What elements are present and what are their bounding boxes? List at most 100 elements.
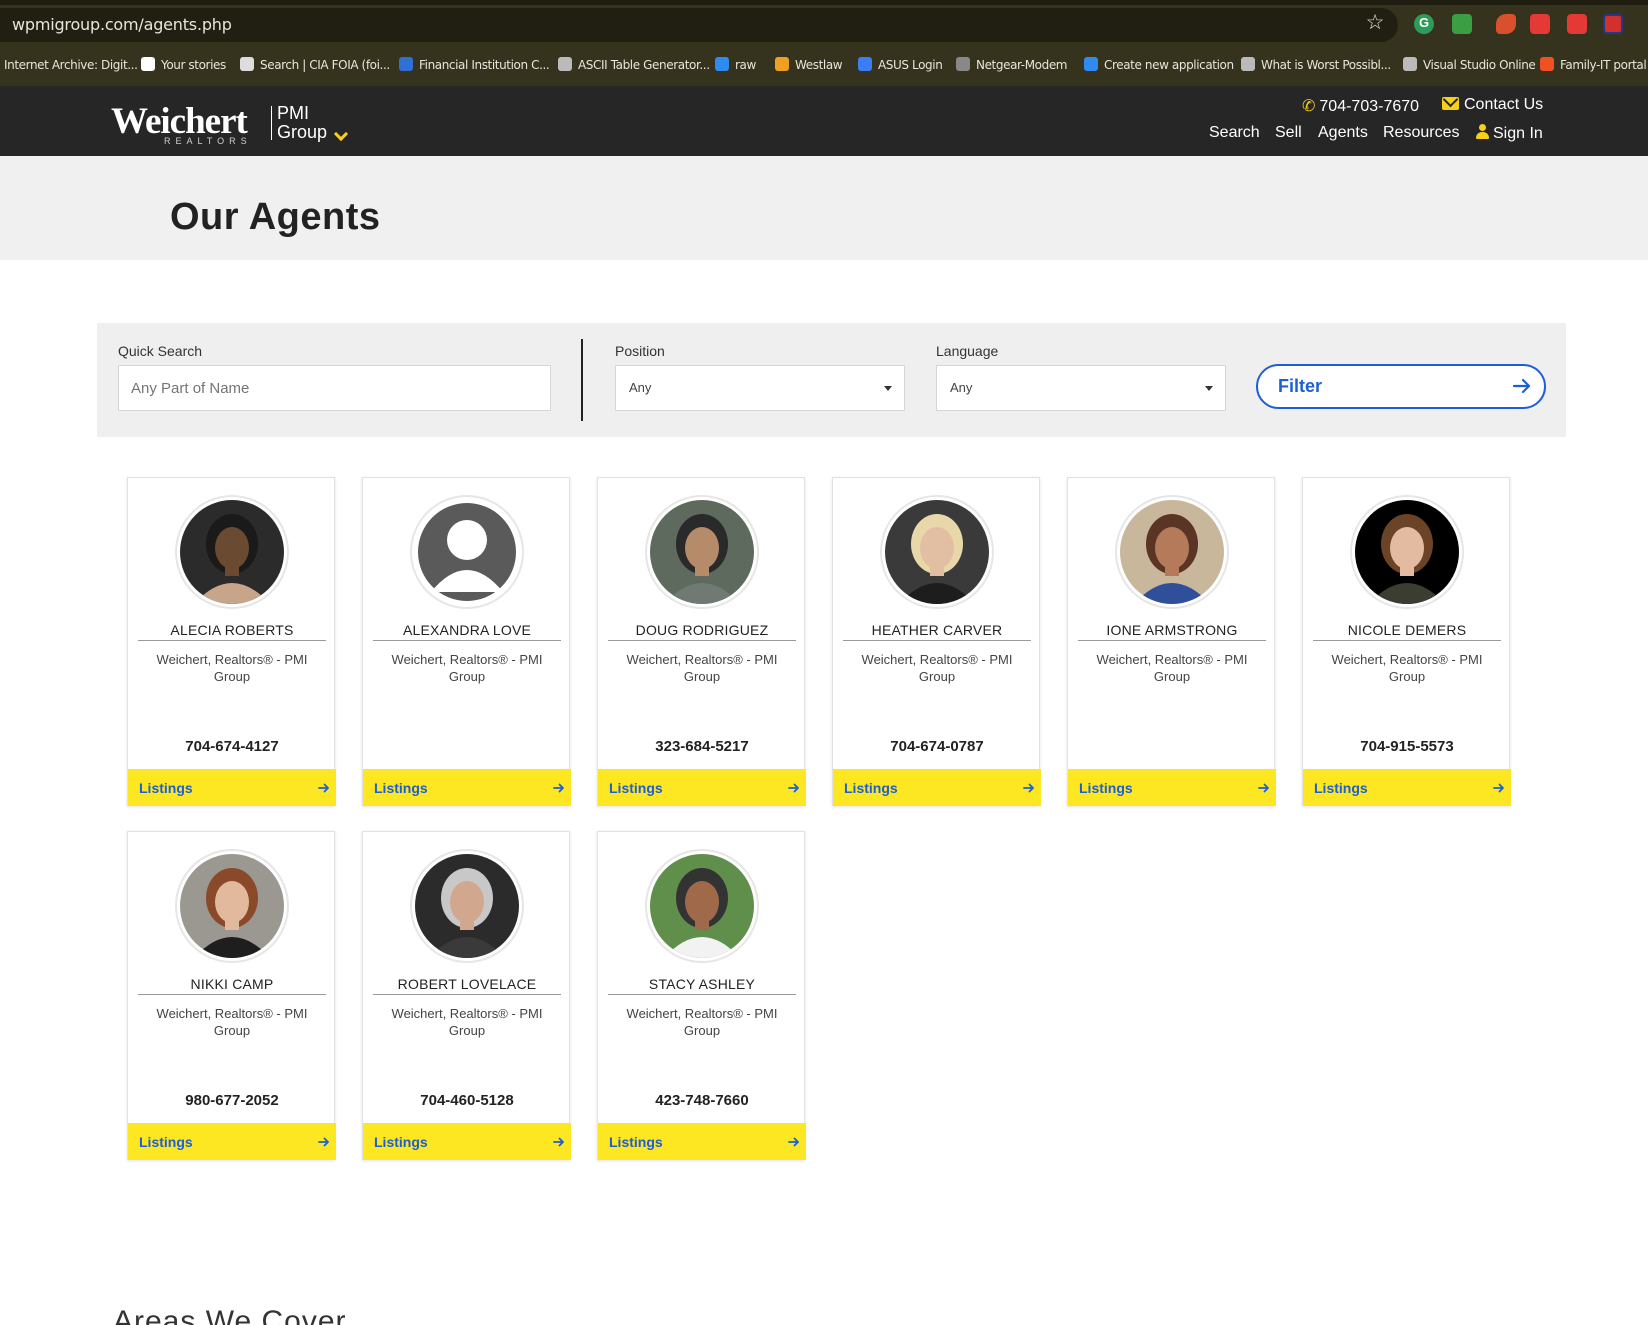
page-title-band: Our Agents <box>0 156 1648 260</box>
agent-name[interactable]: DOUG RODRIGUEZ <box>608 622 796 641</box>
position-select[interactable]: Any <box>615 365 905 411</box>
agent-filter-panel: Quick Search Position Any Language Any F… <box>97 323 1566 437</box>
listings-button[interactable]: Listings <box>128 1123 336 1160</box>
photo-woman-blonde <box>885 500 989 604</box>
bookmark-item[interactable]: Search | CIA FOIA (foi... <box>240 55 390 75</box>
photo-man-glasses <box>650 500 754 604</box>
agent-card[interactable]: DOUG RODRIGUEZ Weichert, Realtors® - PMI … <box>597 477 806 806</box>
nav-sign-in[interactable]: Sign In <box>1476 124 1543 143</box>
agent-avatar[interactable] <box>880 495 994 609</box>
listings-button[interactable]: Listings <box>363 769 571 806</box>
agent-card[interactable]: HEATHER CARVER Weichert, Realtors® - PMI … <box>832 477 1041 806</box>
chat-extension-icon[interactable] <box>1530 14 1550 34</box>
agent-name[interactable]: STACY ASHLEY <box>608 976 796 995</box>
bookmark-item[interactable]: ASUS Login <box>858 55 943 75</box>
bookmark-item[interactable]: What is Worst Possibl... <box>1241 55 1391 75</box>
agent-phone[interactable]: 704-460-5128 <box>363 1092 571 1109</box>
print-extension-icon[interactable] <box>1452 14 1472 34</box>
dropdown-caret-icon <box>1205 386 1213 391</box>
listings-button[interactable]: Listings <box>1068 769 1276 806</box>
agent-card[interactable]: ROBERT LOVELACE Weichert, Realtors® - PMI… <box>362 831 571 1160</box>
agent-name[interactable]: IONE ARMSTRONG <box>1078 622 1266 641</box>
listings-button[interactable]: Listings <box>598 769 806 806</box>
office-name-line1: PMI <box>277 103 310 123</box>
listings-button[interactable]: Listings <box>833 769 1041 806</box>
bookmark-item[interactable]: Family-IT portal <box>1540 55 1647 75</box>
agent-name[interactable]: NICOLE DEMERS <box>1313 622 1501 641</box>
nav-agents[interactable]: Agents <box>1318 124 1368 142</box>
agent-avatar[interactable] <box>175 849 289 963</box>
bookmark-item[interactable]: Your stories <box>141 55 226 75</box>
bookmark-item[interactable]: Create new application <box>1084 55 1234 75</box>
agent-avatar[interactable] <box>410 495 524 609</box>
contact-us-link[interactable]: Contact Us <box>1442 96 1543 114</box>
nav-search[interactable]: Search <box>1209 124 1260 142</box>
bookmark-label: Family-IT portal <box>1560 58 1647 72</box>
agent-card[interactable]: NICOLE DEMERS Weichert, Realtors® - PMI G… <box>1302 477 1511 806</box>
agent-avatar[interactable] <box>410 849 524 963</box>
agent-phone[interactable]: 423-748-7660 <box>598 1092 806 1109</box>
agent-name[interactable]: ALEXANDRA LOVE <box>373 622 561 641</box>
bookmark-item[interactable]: Visual Studio Online <box>1403 55 1536 75</box>
photo-man-gray-beard <box>415 854 519 958</box>
grammarly-extension-icon[interactable] <box>1414 14 1434 34</box>
listings-label: Listings <box>609 780 663 796</box>
agent-name[interactable]: NIKKI CAMP <box>138 976 326 995</box>
agent-phone[interactable]: 704-674-0787 <box>833 738 1041 755</box>
areas-we-cover-heading: Areas We Cover <box>113 1305 347 1325</box>
agent-avatar[interactable] <box>175 495 289 609</box>
language-select[interactable]: Any <box>936 365 1226 411</box>
agent-card[interactable]: ALEXANDRA LOVE Weichert, Realtors® - PMI … <box>362 477 571 806</box>
raw-icon <box>715 57 729 71</box>
bookmark-label: Visual Studio Online <box>1423 58 1536 72</box>
agent-avatar[interactable] <box>1350 495 1464 609</box>
flag-extension-icon[interactable] <box>1603 14 1623 34</box>
agent-avatar[interactable] <box>1115 495 1229 609</box>
bookmark-item[interactable]: Westlaw <box>775 55 843 75</box>
listings-label: Listings <box>609 1134 663 1150</box>
arrow-right-icon <box>318 783 329 793</box>
bookmark-item[interactable]: raw <box>715 55 756 75</box>
placeholder-avatar <box>415 500 519 604</box>
listings-label: Listings <box>844 780 898 796</box>
listings-button[interactable]: Listings <box>1303 769 1511 806</box>
listings-button[interactable]: Listings <box>128 769 336 806</box>
bookmark-label: ASUS Login <box>878 58 943 72</box>
nav-sell[interactable]: Sell <box>1275 124 1302 142</box>
agent-name[interactable]: ROBERT LOVELACE <box>373 976 561 995</box>
chevron-down-icon[interactable] <box>333 126 349 142</box>
bookmark-label: ASCII Table Generator... <box>578 58 710 72</box>
header-phone-link[interactable]: ✆ 704-703-7670 <box>1302 96 1419 116</box>
listings-label: Listings <box>374 780 428 796</box>
agent-avatar[interactable] <box>645 495 759 609</box>
bookmark-item[interactable]: ASCII Table Generator... <box>558 55 710 75</box>
agent-card[interactable]: IONE ARMSTRONG Weichert, Realtors® - PMI … <box>1067 477 1276 806</box>
bookmark-star-icon[interactable]: ☆ <box>1364 12 1386 34</box>
agent-name[interactable]: ALECIA ROBERTS <box>138 622 326 641</box>
agent-card[interactable]: NIKKI CAMP Weichert, Realtors® - PMI Grou… <box>127 831 336 1160</box>
bookmark-item[interactable]: Netgear-Modem <box>956 55 1068 75</box>
agent-phone[interactable]: 980-677-2052 <box>128 1092 336 1109</box>
agent-name[interactable]: HEATHER CARVER <box>843 622 1031 641</box>
agent-card[interactable]: STACY ASHLEY Weichert, Realtors® - PMI Gr… <box>597 831 806 1160</box>
listings-button[interactable]: Listings <box>598 1123 806 1160</box>
bookmark-item[interactable]: Financial Institution C... <box>399 55 550 75</box>
agent-phone[interactable]: 704-915-5573 <box>1303 738 1511 755</box>
office-selector[interactable]: PMI Group <box>277 104 327 142</box>
agent-card[interactable]: ALECIA ROBERTS Weichert, Realtors® - PMI … <box>127 477 336 806</box>
quick-search-input[interactable] <box>118 365 551 411</box>
bookmark-label: Netgear-Modem <box>976 58 1068 72</box>
nav-resources[interactable]: Resources <box>1383 124 1459 142</box>
hand-extension-icon[interactable] <box>1496 14 1516 34</box>
filter-button[interactable]: Filter <box>1256 364 1546 409</box>
arrow-right-icon <box>553 1137 564 1147</box>
bookmark-item[interactable]: Internet Archive: Digit... <box>4 55 138 75</box>
listings-label: Listings <box>139 1134 193 1150</box>
agent-phone[interactable]: 323-684-5217 <box>598 738 806 755</box>
agent-phone[interactable]: 704-674-4127 <box>128 738 336 755</box>
agent-avatar[interactable] <box>645 849 759 963</box>
url-text[interactable]: wpmigroup.com/agents.php <box>12 15 232 34</box>
dots-extension-icon[interactable] <box>1567 14 1587 34</box>
address-bar[interactable]: wpmigroup.com/agents.php <box>0 8 1398 42</box>
listings-button[interactable]: Listings <box>363 1123 571 1160</box>
